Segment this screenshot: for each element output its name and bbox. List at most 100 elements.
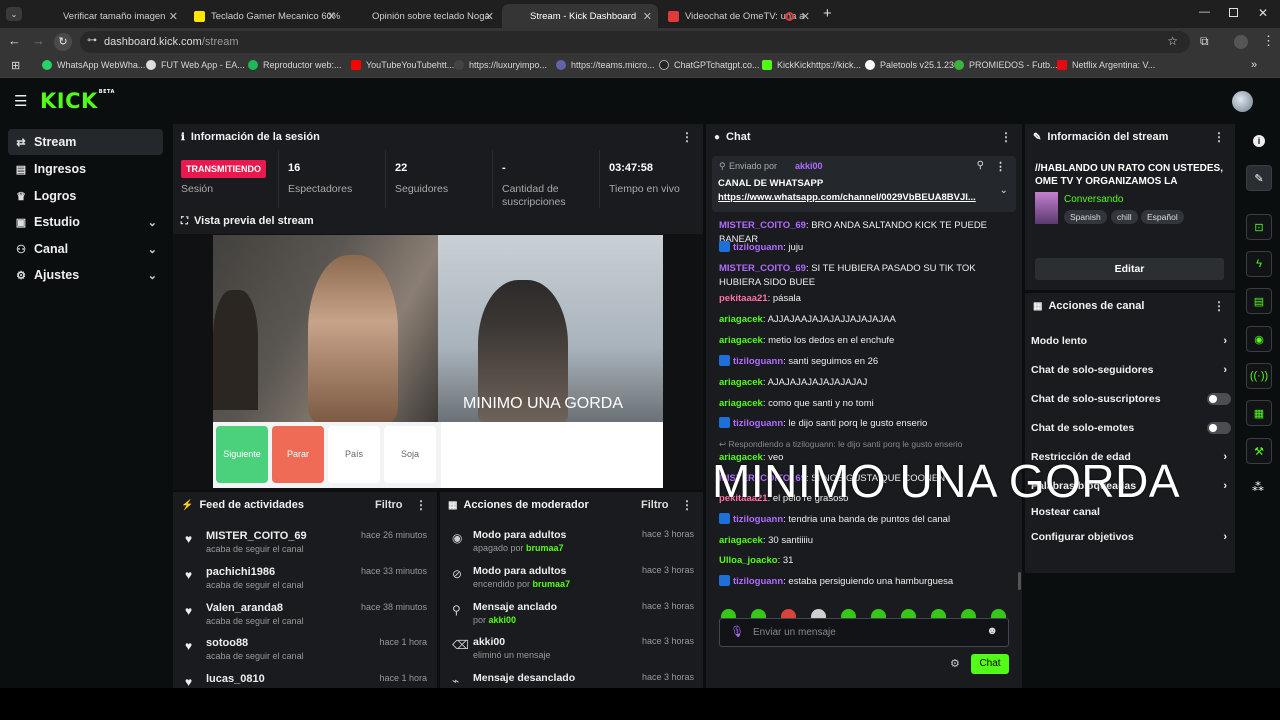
tag-spanish[interactable]: Spanish (1064, 210, 1107, 224)
subscribers-only-toggle[interactable] (1207, 393, 1231, 405)
parar-button[interactable]: Parar (272, 426, 324, 483)
chat-username[interactable]: pekitaaa21 (719, 293, 768, 304)
tab-verificar[interactable]: Verificar tamaño imagen ✕ (38, 4, 184, 28)
action-followers-only[interactable]: Chat de solo-seguidores › (1031, 364, 1227, 376)
action-slow-mode[interactable]: Modo lento › (1031, 335, 1227, 347)
rail-broadcast-button[interactable]: ((·)) (1246, 363, 1272, 389)
chat-username[interactable]: ariagacek (719, 335, 763, 346)
emotes-only-toggle[interactable] (1207, 422, 1231, 434)
bookmark-netflix[interactable]: Netflix Argentina: V... (1057, 60, 1155, 70)
emoji-icon[interactable]: ☻ (986, 625, 998, 637)
pinned-more-icon[interactable]: ⋮ (995, 160, 1006, 173)
tab-kick-dashboard[interactable]: Stream - Kick Dashboard ✕ (502, 4, 658, 28)
tag-chill[interactable]: chill (1111, 210, 1138, 224)
expand-chevron-icon[interactable]: ⌄ (1000, 185, 1008, 196)
help-icon[interactable]: i (1253, 135, 1265, 147)
more-options-icon[interactable]: ⋮ (681, 498, 693, 512)
bookmark-luxury[interactable]: https://luxuryimpo... (454, 60, 547, 70)
feed-user[interactable]: pachichi1986 (206, 566, 275, 578)
close-window-icon[interactable]: ✕ (1258, 6, 1268, 20)
more-options-icon[interactable]: ⋮ (1213, 299, 1225, 313)
sidebar-item-ajustes[interactable]: ⚙ Ajustes ⌄ (8, 262, 163, 288)
chat-username[interactable]: ariagacek (719, 535, 763, 546)
chat-settings-icon[interactable]: ⚙ (950, 657, 960, 670)
apps-grid-icon[interactable]: ⊞ (11, 59, 20, 72)
user-avatar[interactable] (1232, 91, 1253, 112)
filter-button[interactable]: Filtro (641, 499, 669, 511)
new-tab-button[interactable]: + (823, 5, 832, 22)
chat-send-button[interactable]: Chat (971, 654, 1009, 674)
more-bookmarks-icon[interactable]: » (1251, 59, 1257, 71)
feed-user[interactable]: Valen_aranda8 (206, 602, 283, 614)
sidebar-item-ingresos[interactable]: ▤ Ingresos (8, 156, 163, 182)
rail-notes-button[interactable]: ▤ (1246, 288, 1272, 314)
reload-icon[interactable]: ↻ (54, 33, 72, 51)
tag-espanol[interactable]: Español (1141, 210, 1184, 224)
chat-username[interactable]: tiziloguann (733, 514, 783, 525)
address-bar[interactable]: ⊶ dashboard.kick.com/stream ☆ (80, 31, 1190, 53)
chat-username[interactable]: ariagacek (719, 398, 763, 409)
more-options-icon[interactable]: ⋮ (415, 498, 427, 512)
bookmark-youtube[interactable]: YouTubeYouTubehtt... (351, 60, 454, 70)
bookmark-star-icon[interactable]: ☆ (1167, 34, 1178, 48)
action-configure-goals[interactable]: Configurar objetivos › (1031, 531, 1227, 543)
browser-menu-icon[interactable]: ⋮ (1262, 33, 1275, 49)
rail-apps-icon[interactable]: ⁂ (1252, 480, 1264, 494)
sidebar-item-stream[interactable]: ⇄ Stream (8, 129, 163, 155)
chat-username[interactable]: Ulloa_joacko (719, 555, 778, 566)
chat-username[interactable]: tiziloguann (733, 576, 783, 587)
bookmark-teams[interactable]: https://teams.micro... (556, 60, 655, 70)
tab-ometv[interactable]: Videochat de OmeTV: una a ✕ (660, 4, 816, 28)
chat-username[interactable]: tiziloguann (733, 356, 783, 367)
restore-icon[interactable] (1229, 8, 1238, 17)
mod-title[interactable]: akki00 (473, 636, 505, 648)
chat-username[interactable]: tiziloguann (733, 418, 783, 429)
sidebar-item-logros[interactable]: ♛ Logros (8, 183, 163, 209)
chat-username[interactable]: ariagacek (719, 314, 763, 325)
pinned-link[interactable]: https://www.whatsapp.com/channel/0029VbB… (718, 192, 988, 203)
kick-logo[interactable]: KICKBETA (40, 89, 115, 113)
tab-search-icon[interactable]: ⌄ (6, 7, 22, 21)
category-name[interactable]: Conversando (1064, 194, 1123, 205)
siguiente-button[interactable]: Siguiente (216, 426, 268, 483)
sidebar-item-estudio[interactable]: ▣ Estudio ⌄ (8, 209, 163, 235)
extensions-icon[interactable]: ⧉ (1200, 34, 1209, 49)
bookmark-paletools[interactable]: Paletools v25.1.23 (865, 60, 954, 70)
stream-video[interactable]: MINIMO UNA GORDA Siguiente Parar País So… (213, 235, 663, 488)
microphone-icon[interactable]: 🎙 (730, 625, 744, 638)
close-icon[interactable]: ✕ (485, 10, 494, 23)
bookmark-chatgpt[interactable]: ChatGPTchatgpt.co... (659, 60, 760, 70)
forward-icon[interactable]: → (32, 33, 45, 48)
chat-scrollbar[interactable] (1018, 572, 1021, 590)
unpin-button[interactable]: ⚲ (977, 160, 984, 171)
more-options-icon[interactable]: ⋮ (1213, 130, 1225, 144)
pinned-user[interactable]: akki00 (795, 161, 823, 171)
rail-layout-button[interactable]: ▦ (1246, 400, 1272, 426)
edit-button[interactable]: Editar (1035, 258, 1224, 280)
tab-opinion[interactable]: Opinión sobre teclado Noga ✕ (344, 4, 500, 28)
close-icon[interactable]: ✕ (169, 10, 178, 23)
bookmark-kick[interactable]: KickKickhttps://kick... (762, 60, 861, 70)
rail-screenshot-button[interactable]: ⊡ (1246, 214, 1272, 240)
site-info-icon[interactable]: ⊶ (87, 35, 97, 46)
mod-user[interactable]: akki00 (489, 615, 517, 625)
feed-user[interactable]: MISTER_COITO_69 (206, 530, 307, 542)
soja-button[interactable]: Soja (384, 426, 436, 483)
mod-user[interactable]: brumaa7 (533, 579, 571, 589)
more-options-icon[interactable]: ⋮ (681, 130, 693, 144)
more-options-icon[interactable]: ⋮ (1000, 130, 1012, 144)
chat-username[interactable]: MISTER_COITO_69 (719, 220, 806, 231)
rail-chat-button[interactable]: ◉ (1246, 326, 1272, 352)
bookmark-whatsapp[interactable]: WhatsApp WebWha... (42, 60, 145, 70)
chat-username[interactable]: MISTER_COITO_69 (719, 263, 806, 274)
chat-username[interactable]: ariagacek (719, 377, 763, 388)
profile-avatar[interactable] (1234, 35, 1248, 49)
bookmark-fut[interactable]: FUT Web App - EA... (146, 60, 245, 70)
filter-button[interactable]: Filtro (375, 499, 403, 511)
chat-input[interactable]: 🎙 Enviar un mensaje ☻ (719, 618, 1009, 647)
hamburger-menu-icon[interactable]: ☰ (14, 92, 27, 110)
back-icon[interactable]: ← (8, 33, 21, 48)
feed-user[interactable]: lucas_0810 (206, 673, 265, 685)
close-icon[interactable]: ✕ (327, 10, 336, 23)
tab-teclado-gamer[interactable]: Teclado Gamer Mecanico 60% | ✕ (186, 4, 342, 28)
